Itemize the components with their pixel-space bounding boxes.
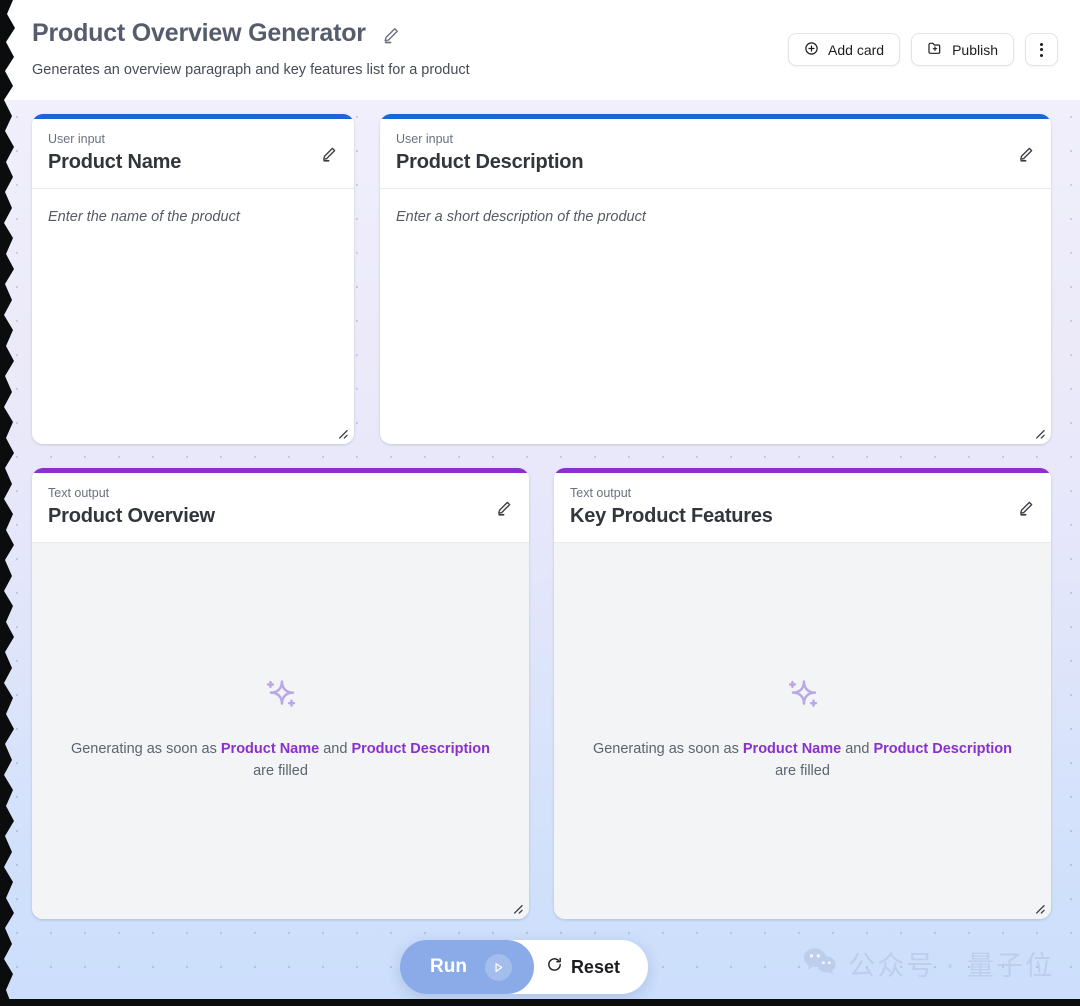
reset-label: Reset	[571, 957, 620, 978]
empty-msg-middle: and	[319, 741, 351, 757]
page-title: Product Overview Generator	[32, 17, 366, 49]
pencil-icon[interactable]	[1015, 143, 1037, 165]
folder-plus-icon	[927, 40, 943, 59]
card-header: User input Product Name	[32, 119, 354, 189]
watermark-text: 公众号 · 量子位	[848, 944, 1054, 983]
add-card-button[interactable]: Add card	[788, 33, 900, 66]
run-label: Run	[430, 956, 467, 978]
refresh-icon	[546, 956, 563, 978]
card-kind-label: User input	[396, 131, 1035, 147]
empty-msg-suffix: are filled	[775, 763, 830, 779]
publish-label: Publish	[952, 42, 998, 58]
page-header: Product Overview Generator Generates an …	[0, 0, 1080, 100]
header-actions: Add card Publish	[788, 33, 1058, 66]
wechat-icon	[803, 946, 837, 981]
empty-msg-middle: and	[841, 741, 873, 757]
card-product-description[interactable]: User input Product Description Enter a s…	[380, 114, 1051, 444]
more-options-button[interactable]	[1025, 33, 1058, 66]
card-header: User input Product Description	[380, 119, 1051, 189]
empty-state-message: Generating as soon as Product Name and P…	[570, 738, 1035, 782]
cards-area: User input Product Name Enter the name o…	[0, 100, 1080, 920]
resize-handle-icon[interactable]	[510, 901, 524, 915]
field-ref-product-name: Product Name	[221, 741, 319, 757]
run-controls: Run Reset	[400, 940, 648, 994]
card-kind-label: Text output	[570, 485, 1035, 501]
card-product-overview[interactable]: Text output Product Overview	[32, 468, 529, 919]
empty-state-message: Generating as soon as Product Name and P…	[48, 738, 513, 782]
resize-handle-icon[interactable]	[1032, 426, 1046, 440]
more-vertical-icon	[1040, 43, 1043, 57]
watermark: 公众号 · 量子位	[803, 944, 1054, 983]
play-circle-icon	[485, 954, 512, 981]
card-title: Key Product Features	[570, 503, 1035, 529]
product-name-placeholder: Enter the name of the product	[48, 207, 338, 227]
field-ref-product-description: Product Description	[873, 741, 1012, 757]
empty-msg-suffix: are filled	[253, 763, 308, 779]
empty-msg-prefix: Generating as soon as	[593, 741, 743, 757]
card-header: Text output Key Product Features	[554, 473, 1051, 543]
pencil-icon[interactable]	[380, 24, 402, 46]
sparkles-icon	[570, 673, 1035, 724]
empty-state: Generating as soon as Product Name and P…	[48, 673, 513, 782]
card-body[interactable]: Generating as soon as Product Name and P…	[554, 543, 1051, 919]
plus-circle-icon	[804, 41, 819, 59]
card-canvas: User input Product Name Enter the name o…	[0, 100, 1080, 1006]
sparkles-icon	[48, 673, 513, 724]
card-body[interactable]: Enter the name of the product	[32, 189, 354, 444]
card-kind-label: User input	[48, 131, 338, 147]
empty-state: Generating as soon as Product Name and P…	[570, 673, 1035, 782]
add-card-label: Add card	[828, 42, 884, 58]
card-body[interactable]: Enter a short description of the product	[380, 189, 1051, 444]
card-header: Text output Product Overview	[32, 473, 529, 543]
publish-button[interactable]: Publish	[911, 33, 1014, 66]
pencil-icon[interactable]	[1015, 497, 1037, 519]
resize-handle-icon[interactable]	[1032, 901, 1046, 915]
card-title: Product Description	[396, 149, 1035, 175]
product-description-placeholder: Enter a short description of the product	[396, 207, 1035, 227]
empty-msg-prefix: Generating as soon as	[71, 741, 221, 757]
app-root: Product Overview Generator Generates an …	[0, 0, 1080, 1006]
bottom-edge-decoration	[0, 999, 1080, 1006]
run-button[interactable]: Run	[400, 940, 534, 994]
field-ref-product-description: Product Description	[351, 741, 490, 757]
pencil-icon[interactable]	[318, 143, 340, 165]
card-product-name[interactable]: User input Product Name Enter the name o…	[32, 114, 354, 444]
card-body[interactable]: Generating as soon as Product Name and P…	[32, 543, 529, 919]
pencil-icon[interactable]	[493, 497, 515, 519]
field-ref-product-name: Product Name	[743, 741, 841, 757]
card-title: Product Overview	[48, 503, 513, 529]
card-kind-label: Text output	[48, 485, 513, 501]
card-key-product-features[interactable]: Text output Key Product Features	[554, 468, 1051, 919]
card-title: Product Name	[48, 149, 338, 175]
resize-handle-icon[interactable]	[335, 426, 349, 440]
